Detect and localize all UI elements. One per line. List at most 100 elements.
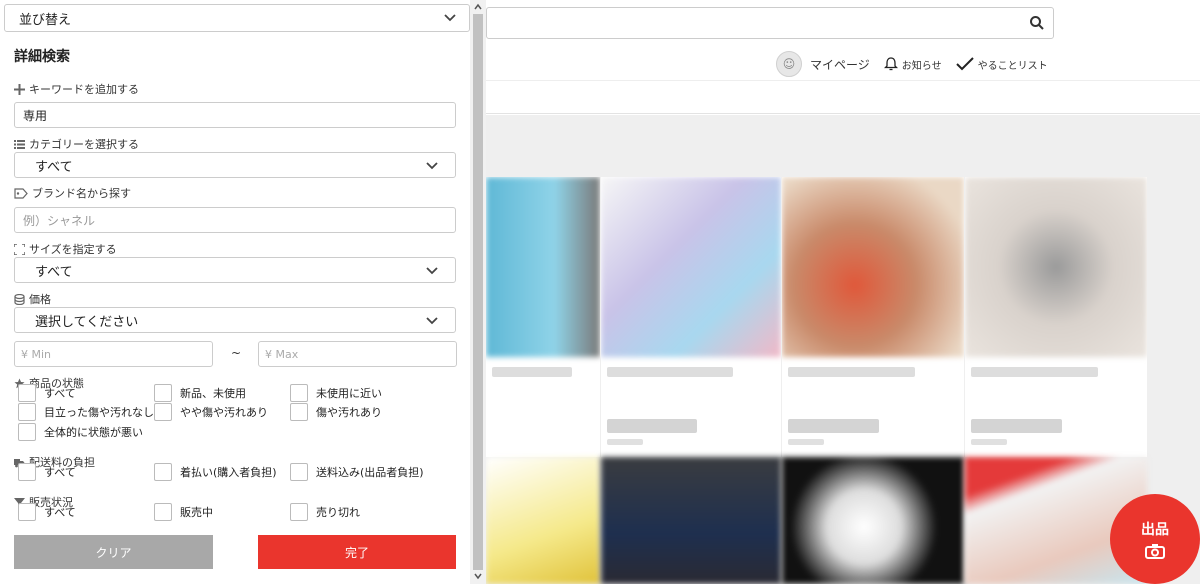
price-select[interactable]: 選択してください xyxy=(14,307,456,333)
checkbox[interactable] xyxy=(290,403,308,421)
condition-checkbox-bad[interactable]: 全体的に状態が悪い xyxy=(18,423,143,441)
scroll-down-icon[interactable] xyxy=(474,572,482,580)
checkbox[interactable] xyxy=(18,403,36,421)
checkbox-label: 着払い(購入者負担) xyxy=(180,466,277,479)
checkbox[interactable] xyxy=(290,463,308,481)
item-image[interactable] xyxy=(782,457,964,584)
item-sub-blur xyxy=(788,439,825,445)
avatar[interactable]: ☺ xyxy=(776,51,802,77)
checkbox[interactable] xyxy=(18,503,36,521)
keyword-label: キーワードを追加する xyxy=(29,83,139,96)
checkbox-label: 目立った傷や汚れなし xyxy=(44,406,154,419)
price-min-input[interactable]: ¥ Min xyxy=(14,341,213,367)
checkbox[interactable] xyxy=(154,503,172,521)
brand-label-row: ブランド名から探す xyxy=(14,185,131,201)
notifications-link[interactable]: お知らせ xyxy=(883,57,942,72)
panel-title: 詳細検索 xyxy=(14,49,70,65)
checkbox[interactable] xyxy=(290,503,308,521)
size-value: すべて xyxy=(35,264,73,280)
chevron-down-icon xyxy=(426,267,438,275)
checkbox-label: 売り切れ xyxy=(316,506,360,519)
checkbox[interactable] xyxy=(18,463,36,481)
shipping-checkbox-seller[interactable]: 送料込み(出品者負担) xyxy=(290,463,424,481)
sell-label: 出品 xyxy=(1141,522,1169,538)
done-button[interactable]: 完了 xyxy=(258,535,456,569)
keyword-label-row: キーワードを追加する xyxy=(14,81,139,97)
search-icon[interactable] xyxy=(1029,15,1045,31)
condition-checkbox-all[interactable]: すべて xyxy=(18,384,76,402)
price-min-placeholder: ¥ Min xyxy=(21,347,52,361)
panel-scrollbar[interactable] xyxy=(470,0,486,584)
tag-icon xyxy=(14,187,28,199)
item-feed xyxy=(486,115,1200,584)
condition-checkbox-some-damage[interactable]: やや傷や汚れあり xyxy=(154,403,268,421)
item-card[interactable] xyxy=(486,177,600,457)
checkbox[interactable] xyxy=(154,463,172,481)
user-nav: ☺ マイページ お知らせ やることリスト xyxy=(776,48,1054,80)
size-select[interactable]: すべて xyxy=(14,257,456,283)
price-label-row: 価格 xyxy=(14,291,51,307)
checkbox-label: 全体的に状態が悪い xyxy=(44,426,143,439)
todo-link[interactable]: やることリスト xyxy=(955,56,1048,72)
condition-checkbox-damaged[interactable]: 傷や汚れあり xyxy=(290,403,382,421)
category-value: すべて xyxy=(35,159,73,175)
checkbox[interactable] xyxy=(18,423,36,441)
condition-checkbox-like-new[interactable]: 未使用に近い xyxy=(290,384,382,402)
item-title-blur xyxy=(492,367,572,377)
clear-button[interactable]: クリア xyxy=(14,535,213,569)
item-card[interactable] xyxy=(782,177,964,457)
brand-label: ブランド名から探す xyxy=(32,187,131,200)
chevron-down-icon xyxy=(444,14,456,22)
item-image[interactable] xyxy=(601,457,781,584)
search-input[interactable] xyxy=(486,7,1054,39)
checkbox[interactable] xyxy=(290,384,308,402)
checkbox-label: 傷や汚れあり xyxy=(316,406,382,419)
chevron-down-icon xyxy=(426,162,438,170)
condition-checkbox-new[interactable]: 新品、未使用 xyxy=(154,384,246,402)
camera-icon xyxy=(1145,544,1165,559)
plus-icon xyxy=(14,83,25,95)
scroll-up-icon[interactable] xyxy=(474,3,482,11)
checkbox-label: すべて xyxy=(44,466,76,479)
status-checkbox-on-sale[interactable]: 販売中 xyxy=(154,503,213,521)
size-label-row: サイズを指定する xyxy=(14,241,117,257)
item-price-blur xyxy=(971,419,1062,433)
checkbox-label: すべて xyxy=(44,506,76,519)
keyword-input[interactable]: 専用 xyxy=(14,102,456,128)
keyword-value: 専用 xyxy=(23,108,48,123)
notifications-label: お知らせ xyxy=(901,60,942,72)
mypage-link[interactable]: マイページ xyxy=(810,56,870,73)
checkbox-label: 新品、未使用 xyxy=(180,387,246,400)
price-max-input[interactable]: ¥ Max xyxy=(258,341,457,367)
shipping-checkbox-all[interactable]: すべて xyxy=(18,463,76,481)
checkbox-label: やや傷や汚れあり xyxy=(180,406,268,419)
item-sub-blur xyxy=(607,439,643,445)
price-label: 価格 xyxy=(29,293,51,306)
item-image xyxy=(965,177,1147,357)
checkbox-label: 販売中 xyxy=(180,506,213,519)
item-price-blur xyxy=(607,419,697,433)
checkbox[interactable] xyxy=(154,403,172,421)
checkbox[interactable] xyxy=(154,384,172,402)
chevron-down-icon xyxy=(426,317,438,325)
item-sub-blur xyxy=(971,439,1008,445)
item-title-blur xyxy=(607,367,733,377)
coins-icon xyxy=(14,293,25,305)
sort-select[interactable]: 並び替え xyxy=(4,4,470,32)
condition-checkbox-no-damage[interactable]: 目立った傷や汚れなし xyxy=(18,403,154,421)
checkbox[interactable] xyxy=(18,384,36,402)
status-checkbox-all[interactable]: すべて xyxy=(18,503,76,521)
expand-icon xyxy=(14,243,25,255)
item-image[interactable] xyxy=(486,457,600,584)
sell-button[interactable]: 出品 xyxy=(1110,494,1200,584)
item-image xyxy=(486,177,600,357)
shipping-checkbox-buyer[interactable]: 着払い(購入者負担) xyxy=(154,463,277,481)
brand-input[interactable]: 例）シャネル xyxy=(14,207,456,233)
filter-panel: 並び替え 詳細検索 キーワードを追加する 専用 カテゴリーを選択する すべて ブ… xyxy=(0,0,470,584)
scroll-thumb[interactable] xyxy=(473,14,483,570)
item-card[interactable] xyxy=(965,177,1147,457)
status-checkbox-sold-out[interactable]: 売り切れ xyxy=(290,503,360,521)
checkbox-label: 未使用に近い xyxy=(316,387,382,400)
category-select[interactable]: すべて xyxy=(14,152,456,178)
item-card[interactable] xyxy=(601,177,781,457)
